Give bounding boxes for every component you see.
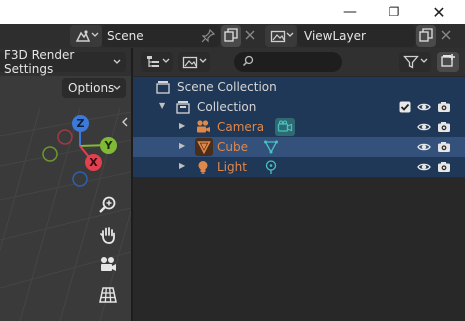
sidebar-toggle-icon[interactable] [121, 116, 129, 131]
chevron-down-icon [199, 55, 207, 70]
viewlayer-name-field[interactable]: ViewLayer [297, 25, 415, 47]
outliner-search-box[interactable] [234, 52, 342, 72]
mesh-data-icon[interactable] [263, 139, 279, 155]
new-collection-icon [440, 53, 456, 72]
filter-button[interactable] [399, 52, 431, 72]
pan-button[interactable] [95, 223, 121, 249]
close-icon [441, 29, 451, 43]
render-layers-icon [182, 54, 198, 73]
row-label: Scene Collection [177, 80, 277, 94]
duplicate-icon [224, 27, 238, 45]
camera-view-icon [98, 255, 118, 278]
filter-icon [403, 54, 419, 73]
close-icon [245, 29, 255, 43]
expand-right-icon[interactable]: ▶ [179, 121, 185, 130]
eye-icon[interactable] [416, 99, 432, 115]
row-label: Cube [217, 140, 248, 154]
row-label: Collection [197, 100, 257, 114]
expand-down-icon[interactable]: ▼ [159, 101, 165, 110]
hand-icon [98, 225, 118, 248]
mesh-object-icon [195, 138, 213, 156]
chevron-down-icon [113, 82, 121, 97]
expand-right-icon[interactable]: ▶ [179, 141, 185, 150]
checkbox-checked-icon[interactable] [397, 99, 413, 115]
options-label: Options [68, 81, 115, 95]
render-camera-icon[interactable] [436, 119, 452, 135]
gizmo-x-label: X [89, 156, 98, 169]
ortho-toggle-button[interactable] [95, 283, 121, 309]
delete-viewlayer-button[interactable] [437, 25, 455, 47]
render-camera-icon[interactable] [436, 99, 452, 115]
top-header: Scene ViewLayer [0, 24, 465, 48]
window-titlebar: — ❐ ✕ [0, 0, 465, 24]
light-data-icon[interactable] [263, 159, 279, 175]
camera-object-icon [195, 119, 211, 135]
collection-icon [175, 99, 191, 115]
scene-icon [75, 28, 91, 47]
gizmo-z-axis[interactable]: Z [72, 115, 89, 132]
chevron-down-icon [91, 29, 99, 44]
camera-data-icon[interactable] [275, 118, 295, 136]
gizmo-y-axis[interactable]: Y [100, 137, 117, 154]
scene-browse-button[interactable] [70, 25, 102, 47]
render-camera-icon[interactable] [436, 159, 452, 175]
duplicate-icon [419, 27, 433, 45]
zoom-icon [98, 195, 118, 218]
row-label: Light [217, 160, 247, 174]
search-input[interactable] [258, 54, 342, 70]
grid-icon [98, 285, 118, 308]
light-object-icon [195, 159, 211, 175]
render-layers-icon [270, 28, 286, 47]
outliner-row-scene-collection[interactable]: Scene Collection [133, 77, 465, 97]
chevron-down-icon [286, 29, 294, 44]
new-collection-button[interactable] [437, 52, 459, 72]
minimize-button[interactable]: — [328, 0, 372, 24]
gizmo-z-label: Z [76, 117, 85, 130]
gizmo-y-label: Y [104, 139, 113, 152]
viewlayer-name-text: ViewLayer [304, 29, 366, 43]
maximize-button[interactable]: ❐ [372, 0, 416, 24]
outliner-icon [145, 54, 161, 73]
editor-type-button[interactable] [141, 52, 173, 72]
render-camera-icon[interactable] [436, 139, 452, 155]
eye-icon[interactable] [416, 159, 432, 175]
delete-scene-button[interactable] [241, 25, 259, 47]
outliner-row-light[interactable]: ▶ Light [133, 157, 465, 177]
chevron-down-icon [162, 55, 170, 70]
close-button[interactable]: ✕ [417, 0, 461, 24]
chevron-down-icon [113, 56, 121, 71]
display-mode-button[interactable] [178, 52, 210, 72]
outliner-row-collection[interactable]: ▼ Collection [133, 97, 465, 117]
outliner-panel: Scene Collection ▼ Collection ▶ Camera ▶… [133, 48, 465, 321]
new-scene-button[interactable] [221, 25, 241, 47]
viewport-header: F3D Render Settings [0, 48, 131, 76]
pin-icon[interactable] [200, 28, 216, 47]
options-dropdown[interactable]: Options [62, 78, 126, 98]
viewlayer-browse-button[interactable] [265, 25, 297, 47]
render-settings-label: F3D Render Settings [4, 48, 75, 76]
expand-right-icon[interactable]: ▶ [179, 161, 185, 170]
navigation-gizmo[interactable]: Z Y X [38, 112, 122, 188]
scene-name-field[interactable]: Scene [102, 25, 220, 47]
render-settings-dropdown[interactable]: F3D Render Settings [0, 48, 126, 76]
gizmo-x-axis[interactable]: X [85, 154, 102, 171]
outliner-row-cube[interactable]: ▶ Cube [133, 137, 465, 157]
scene-name-text: Scene [107, 29, 144, 43]
row-label: Camera [217, 120, 265, 134]
camera-view-button[interactable] [95, 253, 121, 279]
new-viewlayer-button[interactable] [416, 25, 436, 47]
scene-collection-icon [155, 79, 171, 95]
viewport-panel[interactable]: F3D Render Settings Options Z Y X [0, 48, 131, 321]
zoom-button[interactable] [95, 193, 121, 219]
eye-icon[interactable] [416, 139, 432, 155]
search-icon [242, 55, 254, 70]
outliner-header [133, 48, 465, 76]
outliner-row-camera[interactable]: ▶ Camera [133, 117, 465, 137]
chevron-down-icon [420, 55, 428, 70]
eye-icon[interactable] [416, 119, 432, 135]
